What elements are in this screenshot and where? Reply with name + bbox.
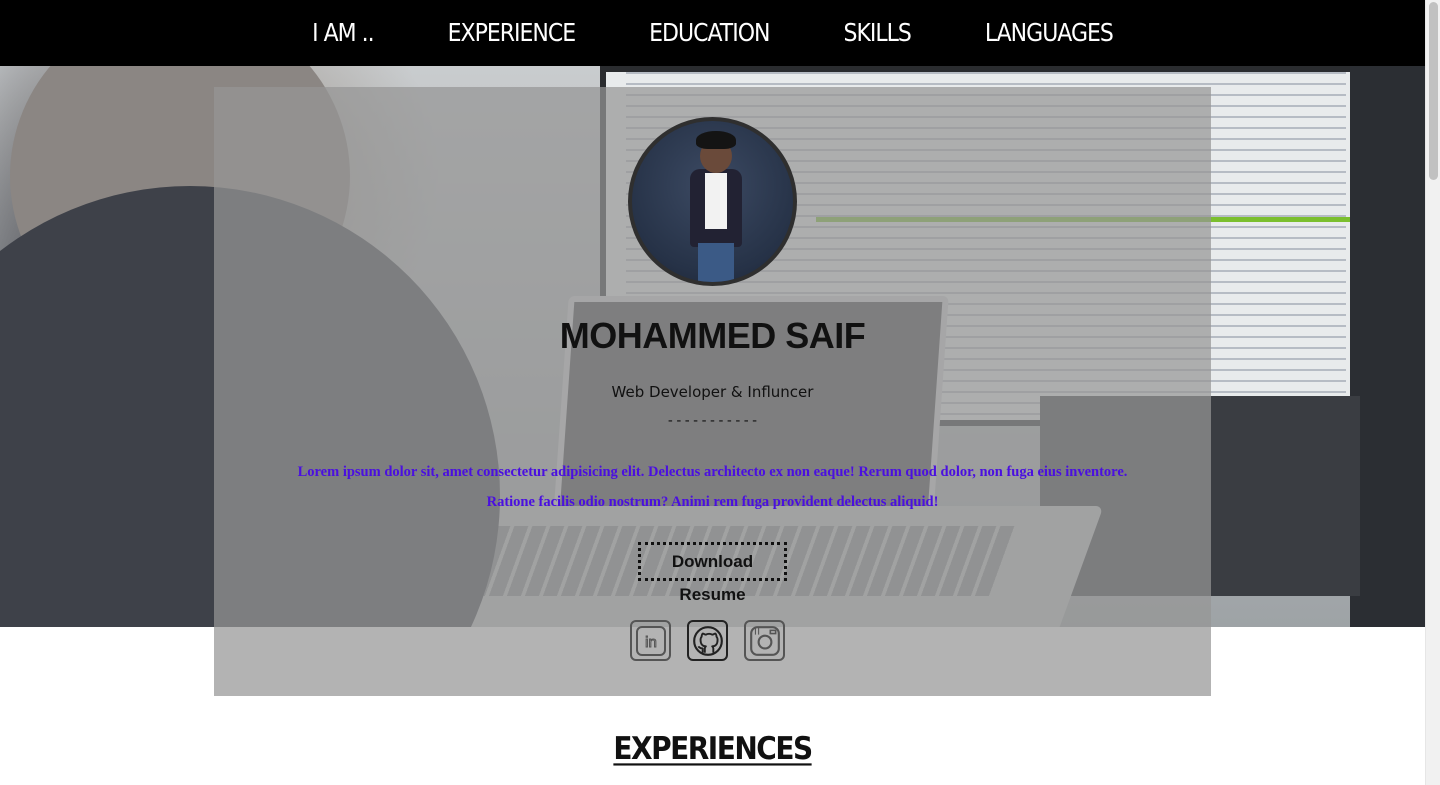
social-links: in (630, 620, 790, 662)
page-scrollbar[interactable] (1425, 0, 1440, 785)
svg-text:in: in (645, 634, 657, 651)
top-nav: I AM .. EXPERIENCE EDUCATION SKILLS LANG… (0, 0, 1425, 66)
profile-name: MOHAMMED SAIF (559, 315, 866, 356)
profile-role: Web Developer & Influncer (611, 383, 814, 401)
linkedin-icon: in (635, 625, 666, 656)
divider: ----------- (666, 413, 759, 429)
experiences-heading: EXPERIENCES (613, 730, 813, 767)
nav-link-education[interactable]: EDUCATION (649, 19, 770, 48)
instagram-icon (749, 625, 780, 656)
nav-link-i-am[interactable]: I AM .. (312, 19, 374, 48)
nav-link-languages[interactable]: LANGUAGES (985, 19, 1114, 48)
github-link[interactable] (687, 620, 728, 661)
linkedin-link[interactable]: in (630, 620, 671, 661)
nav-link-experience[interactable]: EXPERIENCE (448, 19, 577, 48)
download-resume-button[interactable]: Download Resume (638, 542, 787, 604)
profile-card: MOHAMMED SAIF Web Developer & Influncer … (214, 87, 1211, 696)
github-icon (692, 625, 723, 656)
profile-avatar (628, 117, 797, 286)
nav-link-skills[interactable]: SKILLS (844, 19, 912, 48)
profile-bio: Lorem ipsum dolor sit, amet consectetur … (297, 464, 1128, 510)
scrollbar-thumb[interactable] (1429, 2, 1438, 180)
page-viewport: I AM .. EXPERIENCE EDUCATION SKILLS LANG… (0, 0, 1425, 785)
instagram-link[interactable] (744, 620, 785, 661)
